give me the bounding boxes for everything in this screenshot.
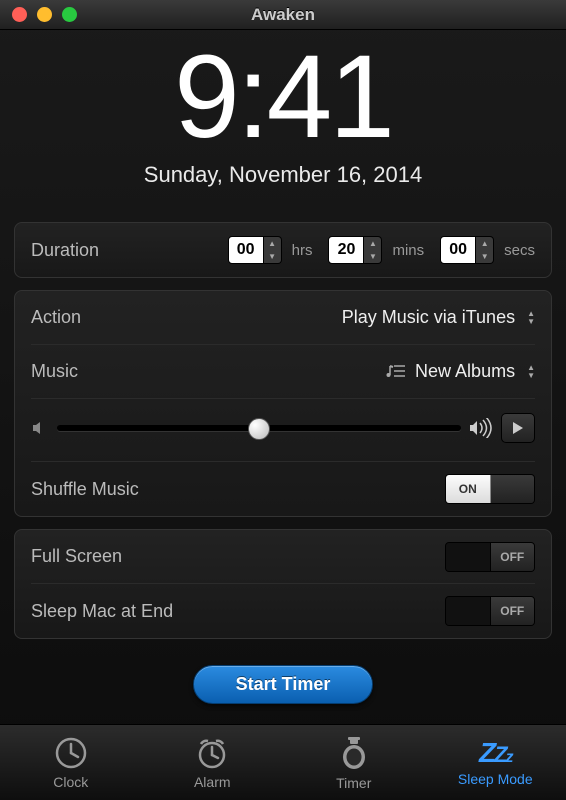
- sleep-icon: ZZz: [479, 739, 512, 767]
- play-button[interactable]: [501, 413, 535, 443]
- mins-value[interactable]: 20: [328, 236, 364, 264]
- tab-timer[interactable]: Timer: [283, 725, 425, 800]
- toggle-off-label: OFF: [490, 597, 535, 625]
- shuffle-toggle[interactable]: ON: [445, 474, 535, 504]
- mins-stepper[interactable]: 20 ▲▼: [328, 236, 382, 264]
- toggle-on-label: [446, 543, 490, 571]
- action-panel: Action Play Music via iTunes ▲▼ Music: [14, 290, 552, 517]
- toggle-off-label: OFF: [490, 543, 535, 571]
- timer-icon: [339, 735, 369, 771]
- chevron-updown-icon: ▲▼: [527, 364, 535, 380]
- toggle-off-label: [491, 475, 535, 503]
- action-value: Play Music via iTunes: [342, 307, 515, 328]
- duration-label: Duration: [31, 240, 99, 261]
- sleepmac-label: Sleep Mac at End: [31, 601, 173, 622]
- hours-unit: hrs: [292, 242, 313, 259]
- music-dropdown[interactable]: New Albums ▲▼: [385, 361, 535, 382]
- hours-stepper[interactable]: 00 ▲▼: [228, 236, 282, 264]
- clock-date: Sunday, November 16, 2014: [0, 162, 566, 188]
- sleepmac-toggle[interactable]: OFF: [445, 596, 535, 626]
- clock-time: 9:41: [0, 38, 566, 156]
- clock-icon: [54, 736, 88, 770]
- secs-value[interactable]: 00: [440, 236, 476, 264]
- tabbar: Clock Alarm Timer ZZz Sleep Mode: [0, 724, 566, 800]
- action-label: Action: [31, 307, 81, 328]
- action-dropdown[interactable]: Play Music via iTunes ▲▼: [342, 307, 535, 328]
- mins-unit: mins: [392, 242, 424, 259]
- secs-arrows[interactable]: ▲▼: [476, 236, 494, 264]
- fullscreen-toggle[interactable]: OFF: [445, 542, 535, 572]
- playlist-icon: [385, 363, 407, 381]
- volume-high-icon: [469, 418, 493, 438]
- shuffle-label: Shuffle Music: [31, 479, 139, 500]
- hours-arrows[interactable]: ▲▼: [264, 236, 282, 264]
- secs-unit: secs: [504, 242, 535, 259]
- volume-knob[interactable]: [248, 418, 270, 440]
- secs-stepper[interactable]: 00 ▲▼: [440, 236, 494, 264]
- duration-panel: Duration 00 ▲▼ hrs 20 ▲▼ mins 00 ▲▼ secs: [14, 222, 552, 278]
- volume-slider[interactable]: [57, 425, 461, 431]
- window-title: Awaken: [0, 5, 566, 25]
- tab-label: Clock: [53, 774, 88, 790]
- display-panel: Full Screen OFF Sleep Mac at End OFF: [14, 529, 552, 639]
- volume-low-icon: [31, 419, 49, 437]
- music-label: Music: [31, 361, 78, 382]
- mins-arrows[interactable]: ▲▼: [364, 236, 382, 264]
- clock-area: 9:41 Sunday, November 16, 2014: [0, 30, 566, 210]
- tab-sleep-mode[interactable]: ZZz Sleep Mode: [425, 725, 566, 800]
- toggle-on-label: ON: [446, 475, 491, 503]
- hours-value[interactable]: 00: [228, 236, 264, 264]
- tab-label: Sleep Mode: [458, 771, 533, 787]
- start-timer-button[interactable]: Start Timer: [193, 665, 374, 704]
- toggle-on-label: [446, 597, 490, 625]
- tab-label: Timer: [336, 775, 371, 791]
- fullscreen-label: Full Screen: [31, 546, 122, 567]
- chevron-updown-icon: ▲▼: [527, 310, 535, 326]
- titlebar: Awaken: [0, 0, 566, 30]
- tab-clock[interactable]: Clock: [0, 725, 142, 800]
- alarm-icon: [195, 736, 229, 770]
- music-value: New Albums: [415, 361, 515, 382]
- tab-label: Alarm: [194, 774, 231, 790]
- tab-alarm[interactable]: Alarm: [142, 725, 284, 800]
